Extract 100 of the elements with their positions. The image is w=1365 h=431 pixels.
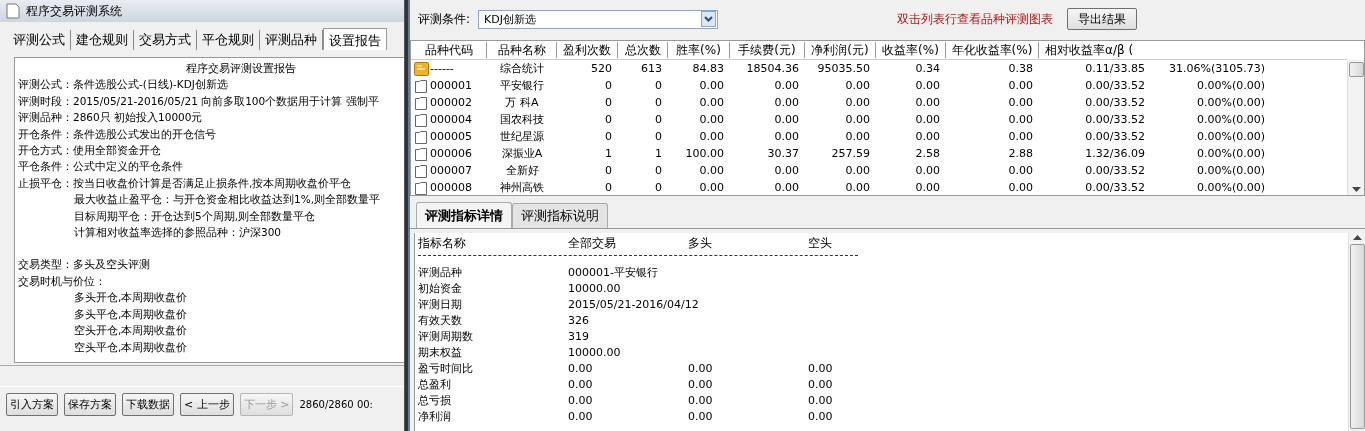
scroll-thumb[interactable] — [1348, 62, 1364, 77]
table-cell-text: 0.00%(0.00) — [1195, 113, 1266, 126]
table-cell-text: 2.88 — [1007, 147, 1034, 160]
column-header[interactable]: 品种代码 — [411, 42, 487, 58]
column-header[interactable]: 品种名称 — [487, 42, 557, 58]
table-cell-text: 0.00 — [698, 113, 725, 126]
field-label: 交易类型： — [18, 258, 73, 271]
field-value: 计算相对收益率选择的参照品种：沪深300 — [74, 226, 282, 239]
table-cell-text: 520 — [590, 62, 613, 75]
tab[interactable]: 设置报告 — [323, 28, 387, 50]
table-cell-text: 期末权益 — [418, 344, 463, 360]
field-label: 交易时机与价位： — [18, 274, 106, 287]
condition-dropdown[interactable]: KDJ创新选 — [478, 9, 719, 29]
table-cell-text: 0.00%(0.00) — [1195, 164, 1266, 177]
table-cell-text: 0.00 — [1007, 181, 1034, 194]
table-cell-text: 国农科技 — [499, 112, 545, 127]
table-cell-text: 总亏损 — [418, 392, 452, 408]
table-cell-text: 0.00/33.52 — [1084, 130, 1146, 143]
table-cell-text: 0.00 — [773, 181, 800, 194]
column-header[interactable]: 手续费(元) — [730, 42, 805, 58]
column-header: 空头 — [808, 234, 833, 252]
table-cell-text: 0.00 — [688, 361, 714, 375]
table-cell-text: 30.37 — [766, 147, 800, 160]
table-cell-text: 盈亏时间比 — [418, 360, 474, 376]
field-value: 多头及空头评测 — [73, 258, 150, 271]
table-cell-text: 0.00%(0.00) — [1195, 96, 1266, 109]
column-header[interactable]: 总次数 — [618, 42, 668, 58]
table-cell-text: 0.00/33.52 — [1084, 181, 1146, 194]
table-cell-text: 0 — [654, 164, 663, 177]
table-cell-text: 0.00 — [844, 130, 871, 143]
table-cell-text: 0.00 — [914, 130, 941, 143]
column-header[interactable]: 年化收益率(%) — [946, 42, 1039, 58]
table-cell-text: 深振业A — [500, 146, 544, 161]
table-cell-text: 万 科A — [504, 95, 540, 110]
field-label: 开仓方式： — [18, 144, 73, 157]
field-value: 2860只 初始投入10000元 — [73, 111, 203, 124]
table-cell-text: 257.59 — [830, 147, 871, 160]
table-cell-text: 0.00 — [1007, 96, 1034, 109]
table-cell-text: 0.00 — [773, 113, 800, 126]
field-label: 评测品种： — [18, 111, 73, 124]
hint-text: 双击列表行查看品种评测图表 — [897, 10, 1053, 28]
tab[interactable]: 评测指标详情 — [416, 202, 512, 228]
field-value: 条件选股公式-(日线)-KDJ创新选 — [73, 78, 228, 91]
table-cell-text: 0.00 — [688, 377, 714, 391]
table-cell-text: 有效天数 — [418, 312, 463, 328]
column-header: 多头 — [688, 234, 713, 252]
table-cell-text: 0 — [604, 79, 613, 92]
table-cell-text: 18504.36 — [745, 62, 800, 75]
table-cell-text: 84.83 — [691, 62, 725, 75]
table-cell-text: 0.00 — [1007, 79, 1034, 92]
export-button[interactable]: 导出结果 — [1067, 8, 1137, 30]
table-cell-text: 0.00 — [773, 96, 800, 109]
table-cell-text: 0.00 — [688, 409, 714, 423]
table-cell-text: 0.00%(0.00) — [1195, 147, 1266, 160]
table-cell-text: 0.00 — [914, 96, 941, 109]
column-header[interactable]: 净利润(元) — [805, 42, 876, 58]
field-label: 评测公式： — [18, 78, 73, 91]
table-cell-text: 10000.00 — [568, 345, 622, 359]
field-label: 评测时段： — [18, 94, 73, 107]
table-cell-text: 319 — [568, 329, 590, 343]
table-cell-text: 0.00 — [1007, 130, 1034, 143]
table-cell-text: 0 — [654, 79, 663, 92]
table-cell-text: 0.00 — [568, 409, 594, 423]
field-label: 止损平仓： — [18, 176, 73, 189]
scroll-down-arrow-icon[interactable] — [1351, 187, 1361, 192]
scroll-up-arrow-icon[interactable] — [1352, 235, 1362, 240]
table-cell-text: 95035.50 — [816, 62, 871, 75]
table-cell: 000006 — [430, 147, 472, 160]
table-cell-text: 0.00 — [1007, 164, 1034, 177]
window-title: 程序交易评测系统 — [26, 2, 122, 20]
table-cell-text: 0.00 — [914, 164, 941, 177]
table-cell-text: 评测周期数 — [418, 328, 474, 344]
table-cell-text: 0 — [654, 181, 663, 194]
toolbar-button[interactable]: 引入方案 — [6, 393, 58, 416]
table-cell-text: 0.00 — [568, 377, 594, 391]
table-cell-text: 0.11/33.85 — [1084, 62, 1146, 75]
tab[interactable]: 评测指标说明 — [512, 203, 608, 228]
column-header[interactable]: 收益率(%) — [876, 42, 946, 58]
field-value: 多头平仓,本周期收盘价 — [74, 307, 188, 320]
table-cell-text: 0.00 — [808, 361, 834, 375]
table-cell-text: 0.00 — [698, 130, 725, 143]
table-cell-text: 0.00 — [568, 361, 594, 375]
scrollbar[interactable] — [1347, 60, 1364, 195]
column-header[interactable]: 盈利次数 — [557, 42, 618, 58]
table-cell-text: 0.00 — [844, 181, 871, 194]
table-cell: 000008 — [430, 181, 472, 194]
column-header[interactable]: 相对收益率α/β ( — [1039, 42, 1151, 58]
table-cell-text: 神州高铁 — [499, 180, 545, 195]
column-header[interactable]: 胜率(%) — [668, 42, 730, 58]
table-cell-text: 0.00/33.52 — [1084, 79, 1146, 92]
table-cell-text: 评测品种 — [418, 264, 463, 280]
field-value: 公式中定义的平仓条件 — [73, 160, 183, 173]
toolbar-button[interactable]: 下载数据 — [122, 393, 174, 416]
toolbar-button[interactable]: < 上一步 — [180, 393, 234, 416]
table-cell-text: 评测日期 — [418, 296, 463, 312]
table-cell-text: 2.58 — [914, 147, 941, 160]
table-cell-text: 0.00 — [698, 181, 725, 194]
toolbar-button[interactable]: 保存方案 — [64, 393, 116, 416]
field-label: 开仓条件： — [18, 127, 73, 140]
table-cell-text: 326 — [568, 313, 590, 327]
